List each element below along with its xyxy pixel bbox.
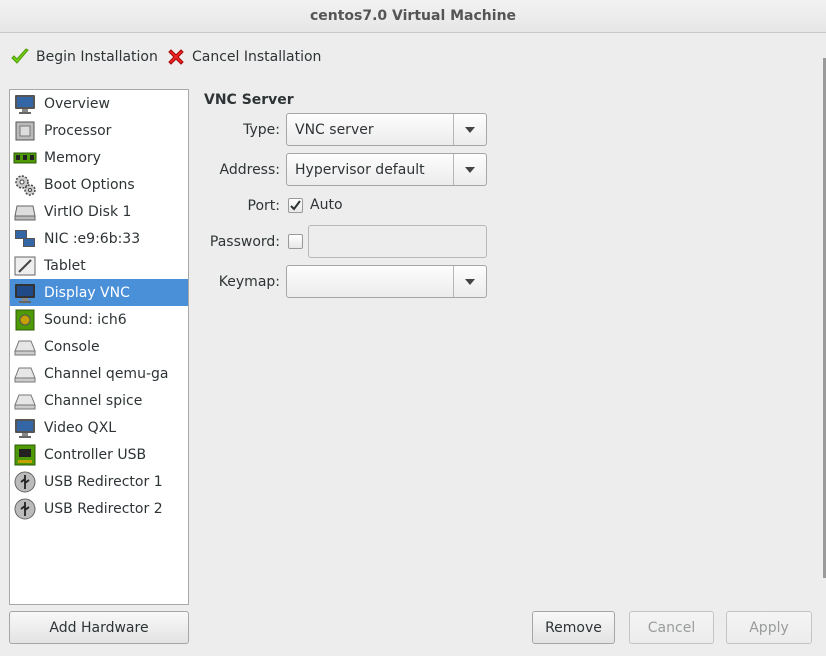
disk-icon (14, 205, 36, 220)
address-combo[interactable]: Hypervisor default (286, 153, 487, 186)
hardware-list[interactable]: Overview Processor Memory Boot Options V… (9, 89, 189, 605)
toolbar: Begin Installation Cancel Installation (0, 34, 826, 80)
password-checkbox[interactable] (288, 234, 303, 249)
sidebar-item-usb-redirector-1[interactable]: USB Redirector 1 (10, 468, 188, 495)
sidebar-item-nic[interactable]: NIC :e9:6b:33 (10, 225, 188, 252)
chevron-down-icon[interactable] (453, 266, 486, 297)
serial-icon (14, 367, 36, 382)
usb-icon (14, 471, 36, 492)
usb-icon (14, 498, 36, 519)
cpu-icon (15, 121, 35, 140)
begin-installation-label: Begin Installation (36, 49, 158, 65)
chevron-down-icon[interactable] (453, 114, 486, 145)
apply-button[interactable]: Apply (726, 611, 812, 644)
sidebar-item-memory[interactable]: Memory (10, 144, 188, 171)
type-value: VNC server (295, 121, 374, 138)
add-hardware-button[interactable]: Add Hardware (9, 611, 189, 644)
cancel-button[interactable]: Cancel (629, 611, 714, 644)
serial-icon (14, 340, 36, 355)
cancel-installation-label: Cancel Installation (192, 49, 322, 65)
sidebar-item-display-vnc[interactable]: Display VNC (10, 279, 188, 306)
controller-icon (14, 444, 36, 465)
password-label: Password: (209, 234, 280, 250)
keymap-label: Keymap: (218, 274, 280, 290)
window-titlebar: centos7.0 Virtual Machine (0, 0, 826, 33)
port-auto-label[interactable]: Auto (310, 197, 343, 213)
serial-icon (14, 394, 36, 409)
gears-icon (15, 174, 36, 196)
address-value: Hypervisor default (295, 161, 425, 178)
sidebar-item-sound[interactable]: Sound: ich6 (10, 306, 188, 333)
type-combo[interactable]: VNC server (286, 113, 487, 146)
address-label: Address: (219, 162, 280, 178)
sidebar-item-usb-redirector-2[interactable]: USB Redirector 2 (10, 495, 188, 522)
video-icon (15, 418, 35, 438)
begin-installation-button[interactable]: Begin Installation (10, 44, 158, 70)
remove-button[interactable]: Remove (532, 611, 615, 644)
monitor-icon (15, 94, 35, 114)
port-label: Port: (247, 198, 280, 214)
vnc-section-title: VNC Server (204, 92, 294, 108)
sidebar-item-controller-usb[interactable]: Controller USB (10, 441, 188, 468)
display-icon (15, 283, 35, 303)
chevron-down-icon[interactable] (453, 154, 486, 185)
sidebar-item-tablet[interactable]: Tablet (10, 252, 188, 279)
type-label: Type: (243, 122, 280, 138)
window-title: centos7.0 Virtual Machine (309, 8, 517, 24)
cancel-installation-button[interactable]: Cancel Installation (166, 44, 321, 70)
checkmark-icon (11, 48, 29, 64)
sidebar-item-console[interactable]: Console (10, 333, 188, 360)
red-x-icon (168, 49, 184, 65)
sidebar-item-video-qxl[interactable]: Video QXL (10, 414, 188, 441)
sidebar-item-virtio-disk[interactable]: VirtIO Disk 1 (10, 198, 188, 225)
checkmark-icon (290, 200, 301, 211)
sidebar-item-overview[interactable]: Overview (10, 90, 188, 117)
sidebar-item-boot-options[interactable]: Boot Options (10, 171, 188, 198)
memory-icon (13, 152, 37, 163)
keymap-combo[interactable] (286, 265, 487, 298)
sound-card-icon (15, 309, 35, 330)
network-icon (15, 229, 35, 247)
password-input[interactable] (308, 225, 487, 258)
sidebar-item-processor[interactable]: Processor (10, 117, 188, 144)
tablet-icon (14, 256, 36, 275)
sidebar-item-channel-spice[interactable]: Channel spice (10, 387, 188, 414)
sidebar-item-channel-qemu-ga[interactable]: Channel qemu-ga (10, 360, 188, 387)
port-auto-checkbox[interactable] (288, 198, 303, 213)
